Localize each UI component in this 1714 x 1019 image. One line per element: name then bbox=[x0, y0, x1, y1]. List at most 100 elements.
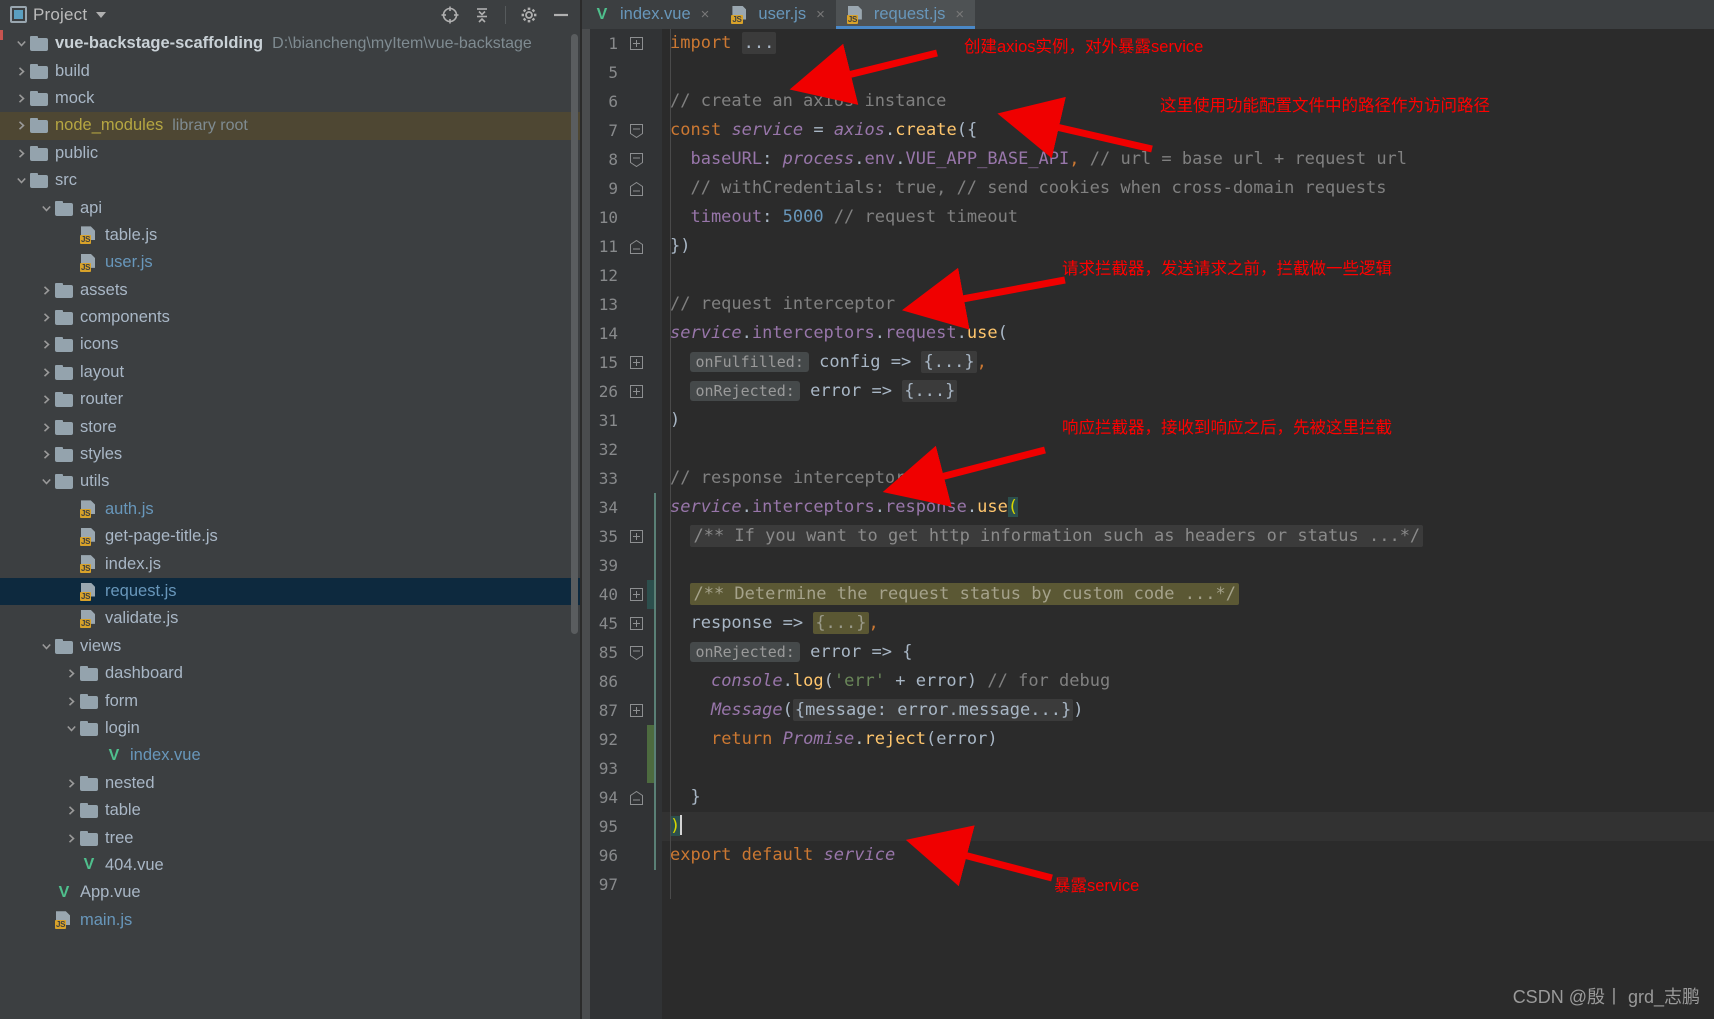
tree-item-form[interactable]: form bbox=[0, 687, 580, 714]
code-line-31[interactable]: ) bbox=[662, 406, 1714, 435]
chevron-right-icon[interactable] bbox=[62, 696, 80, 707]
locate-target-icon[interactable] bbox=[437, 2, 463, 28]
tree-item-public[interactable]: public bbox=[0, 140, 580, 167]
code-line-93[interactable] bbox=[662, 754, 1714, 783]
code-line-35[interactable]: /** If you want to get http information … bbox=[662, 522, 1714, 551]
editor-gutter[interactable]: 1 5 6 7 8 9 10 11 12 13 14 15 26 31 32 33 34 35 39 40 45 85 86… bbox=[582, 29, 662, 1019]
fold-toggle-icon[interactable] bbox=[630, 704, 644, 718]
fold-toggle-icon[interactable] bbox=[630, 37, 644, 51]
code-line-95[interactable]: ) bbox=[662, 812, 1714, 841]
code-line-1[interactable]: import ... bbox=[662, 29, 1714, 58]
chevron-right-icon[interactable] bbox=[37, 449, 55, 460]
code-line-97[interactable] bbox=[662, 870, 1714, 899]
code-line-9[interactable]: // withCredentials: true, // send cookie… bbox=[662, 174, 1714, 203]
tree-item-utils[interactable]: utils bbox=[0, 468, 580, 495]
editor-tab-bar[interactable]: Vindex.vue × user.js × request.js × bbox=[582, 0, 1714, 29]
code-line-85[interactable]: onRejected: error => { bbox=[662, 638, 1714, 667]
chevron-right-icon[interactable] bbox=[37, 367, 55, 378]
tree-item-table[interactable]: table bbox=[0, 797, 580, 824]
tree-item-components[interactable]: components bbox=[0, 304, 580, 331]
tree-item-styles[interactable]: styles bbox=[0, 441, 580, 468]
code-line-33[interactable]: // response interceptor bbox=[662, 464, 1714, 493]
fold-toggle-icon[interactable] bbox=[630, 530, 644, 544]
close-icon[interactable]: × bbox=[955, 6, 964, 23]
tree-item-404-vue[interactable]: V 404.vue bbox=[0, 852, 580, 879]
close-icon[interactable]: × bbox=[701, 6, 710, 23]
tree-item-auth-js[interactable]: auth.js bbox=[0, 496, 580, 523]
code-line-96[interactable]: export default service bbox=[662, 841, 1714, 870]
tree-item-node-modules[interactable]: node_modules library root bbox=[0, 112, 580, 140]
code-line-34[interactable]: service.interceptors.response.use( bbox=[662, 493, 1714, 522]
code-line-15[interactable]: onFulfilled: config => {...}, bbox=[662, 348, 1714, 377]
tree-item-user-js[interactable]: user.js bbox=[0, 249, 580, 276]
code-line-87[interactable]: Message({message: error.message...}) bbox=[662, 696, 1714, 725]
code-line-14[interactable]: service.interceptors.request.use( bbox=[662, 319, 1714, 348]
tree-item-assets[interactable]: assets bbox=[0, 277, 580, 304]
tree-item-dashboard[interactable]: dashboard bbox=[0, 660, 580, 687]
code-editor[interactable]: 1 5 6 7 8 9 10 11 12 13 14 15 26 31 32 33 34 35 39 40 45 85 86… bbox=[582, 29, 1714, 1019]
fold-toggle-icon[interactable] bbox=[630, 182, 644, 196]
tree-item-icons[interactable]: icons bbox=[0, 331, 580, 358]
project-panel-scrollbar[interactable] bbox=[571, 34, 578, 634]
chevron-right-icon[interactable] bbox=[37, 312, 55, 323]
chevron-right-icon[interactable] bbox=[62, 805, 80, 816]
tree-item-src[interactable]: src bbox=[0, 167, 580, 194]
code-line-11[interactable]: }) bbox=[662, 232, 1714, 261]
chevron-down-icon[interactable] bbox=[62, 723, 80, 734]
chevron-right-icon[interactable] bbox=[12, 66, 30, 77]
fold-toggle-icon[interactable] bbox=[630, 153, 644, 167]
code-line-32[interactable] bbox=[662, 435, 1714, 464]
tree-item-app-vue[interactable]: V App.vue bbox=[0, 879, 580, 906]
tree-item-layout[interactable]: layout bbox=[0, 359, 580, 386]
code-line-8[interactable]: baseURL: process.env.VUE_APP_BASE_API, /… bbox=[662, 145, 1714, 174]
minimize-icon[interactable] bbox=[548, 2, 574, 28]
tree-item-index-js[interactable]: index.js bbox=[0, 550, 580, 577]
tree-item-index-vue[interactable]: Vindex.vue bbox=[0, 742, 580, 769]
chevron-right-icon[interactable] bbox=[37, 285, 55, 296]
settings-gear-icon[interactable] bbox=[516, 2, 542, 28]
code-line-40[interactable]: /** Determine the request status by cust… bbox=[662, 580, 1714, 609]
fold-toggle-icon[interactable] bbox=[630, 356, 644, 370]
chevron-down-icon[interactable] bbox=[96, 11, 107, 18]
close-icon[interactable]: × bbox=[816, 6, 825, 23]
code-line-94[interactable]: } bbox=[662, 783, 1714, 812]
tree-item-mock[interactable]: mock bbox=[0, 85, 580, 112]
chevron-right-icon[interactable] bbox=[62, 833, 80, 844]
code-line-45[interactable]: response => {...}, bbox=[662, 609, 1714, 638]
code-line-92[interactable]: return Promise.reject(error) bbox=[662, 725, 1714, 754]
chevron-right-icon[interactable] bbox=[37, 422, 55, 433]
chevron-down-icon[interactable] bbox=[37, 476, 55, 487]
tree-item-get-page-title-js[interactable]: get-page-title.js bbox=[0, 523, 580, 550]
chevron-right-icon[interactable] bbox=[37, 339, 55, 350]
code-line-86[interactable]: console.log('err' + error) // for debug bbox=[662, 667, 1714, 696]
chevron-down-icon[interactable] bbox=[12, 38, 30, 49]
fold-toggle-icon[interactable] bbox=[630, 646, 644, 660]
code-line-6[interactable]: // create an axios instance bbox=[662, 87, 1714, 116]
chevron-right-icon[interactable] bbox=[12, 93, 30, 104]
collapse-all-icon[interactable] bbox=[469, 2, 495, 28]
tree-item-api[interactable]: api bbox=[0, 194, 580, 221]
chevron-right-icon[interactable] bbox=[62, 778, 80, 789]
fold-toggle-icon[interactable] bbox=[630, 240, 644, 254]
tree-item-request-js[interactable]: request.js bbox=[0, 577, 580, 606]
code-line-39[interactable] bbox=[662, 551, 1714, 580]
chevron-right-icon[interactable] bbox=[62, 668, 80, 679]
code-line-5[interactable] bbox=[662, 58, 1714, 87]
tree-item-store[interactable]: store bbox=[0, 413, 580, 440]
chevron-down-icon[interactable] bbox=[37, 641, 55, 652]
chevron-right-icon[interactable] bbox=[12, 148, 30, 159]
fold-toggle-icon[interactable] bbox=[630, 588, 644, 602]
tree-item-router[interactable]: router bbox=[0, 386, 580, 413]
fold-toggle-icon[interactable] bbox=[630, 617, 644, 631]
chevron-down-icon[interactable] bbox=[12, 175, 30, 186]
chevron-right-icon[interactable] bbox=[37, 394, 55, 405]
editor-tab-request-js[interactable]: request.js × bbox=[835, 0, 976, 29]
tree-item-table-js[interactable]: table.js bbox=[0, 222, 580, 249]
code-content[interactable]: import ... // create an axios instance con… bbox=[662, 29, 1714, 1019]
chevron-down-icon[interactable] bbox=[37, 203, 55, 214]
code-line-26[interactable]: onRejected: error => {...} bbox=[662, 377, 1714, 406]
code-line-13[interactable]: // request interceptor bbox=[662, 290, 1714, 319]
tree-item-tree[interactable]: tree bbox=[0, 824, 580, 851]
tree-item-vue-backstage-scaffolding[interactable]: vue-backstage-scaffolding D:\biancheng\my… bbox=[0, 30, 580, 57]
project-file-tree[interactable]: vue-backstage-scaffolding D:\biancheng\my… bbox=[0, 29, 580, 1019]
